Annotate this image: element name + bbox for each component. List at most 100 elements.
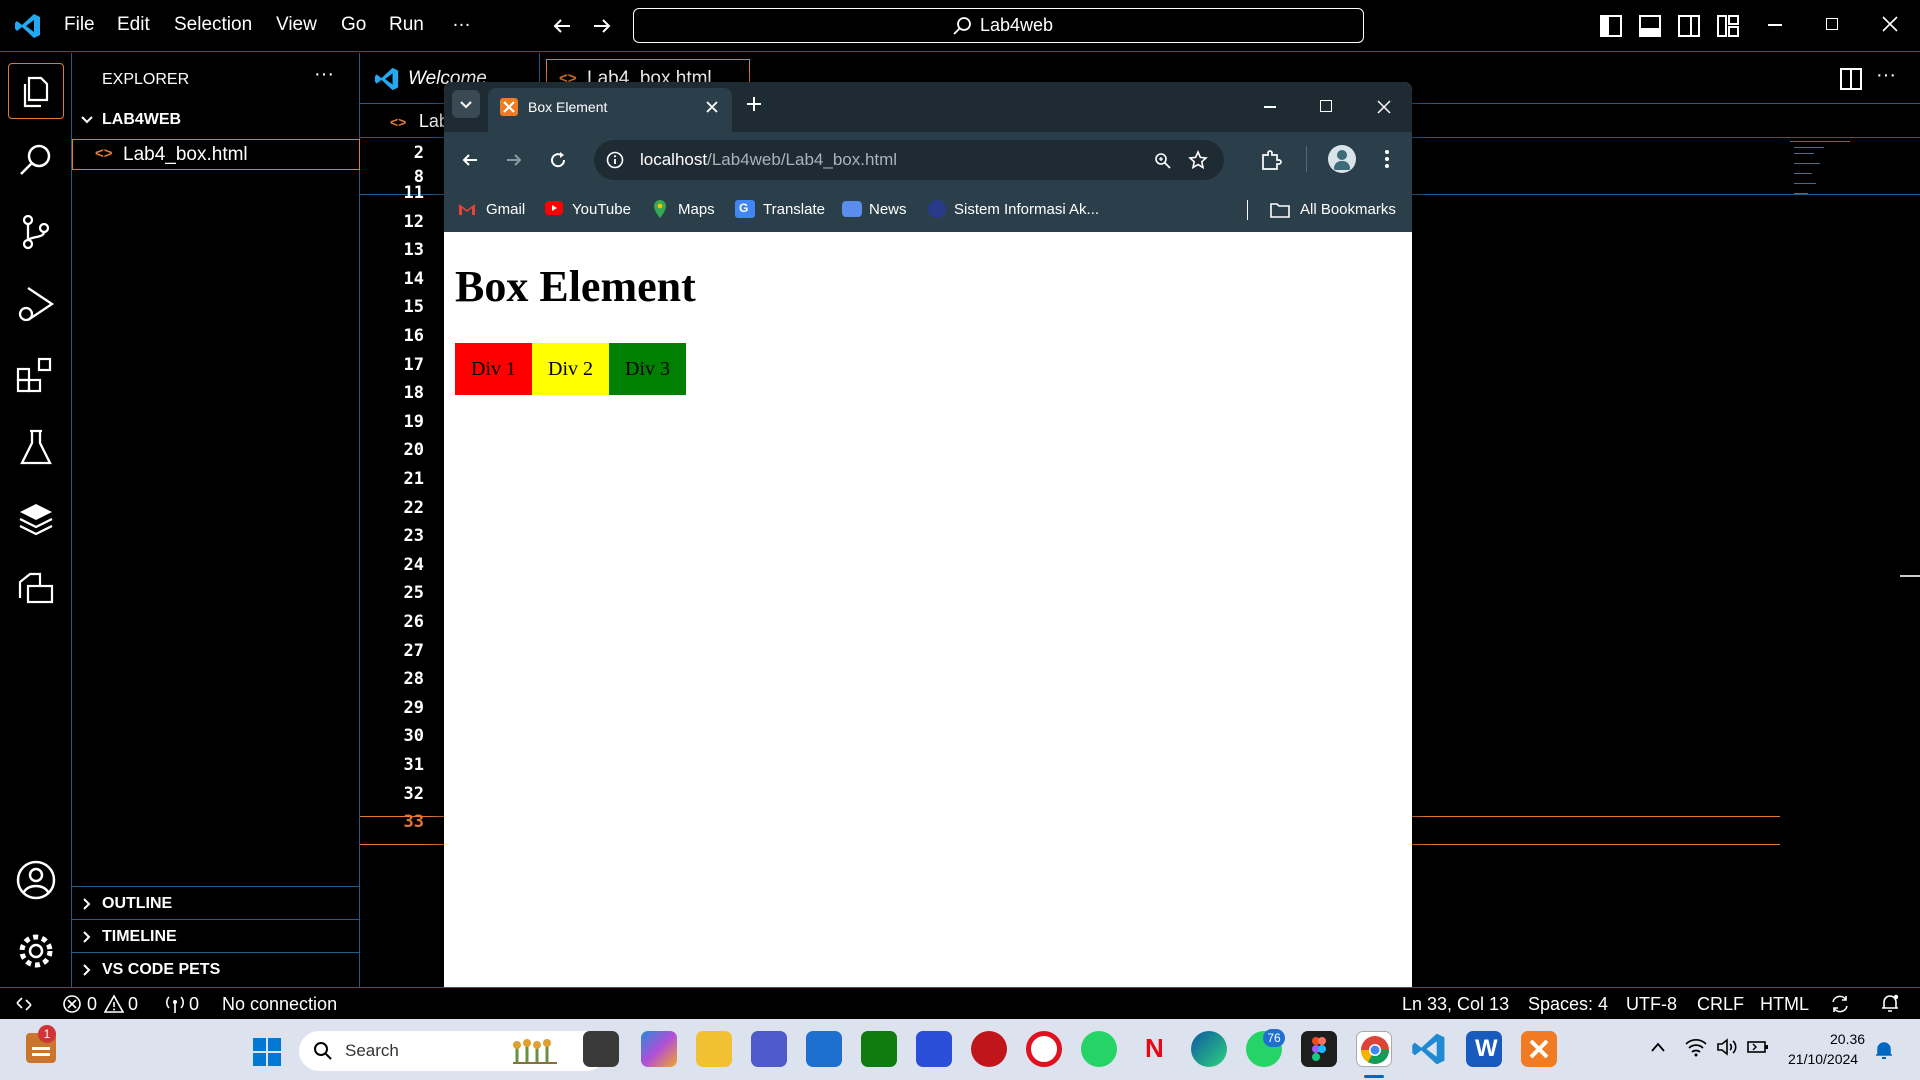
bookmark-translate[interactable]: Translate bbox=[763, 201, 825, 218]
copilot-icon[interactable] bbox=[641, 1031, 677, 1067]
extensions-icon[interactable] bbox=[14, 353, 58, 397]
customize-layout-icon[interactable] bbox=[1717, 15, 1739, 37]
explorer-icon[interactable] bbox=[8, 63, 64, 119]
volume-icon[interactable] bbox=[1716, 1037, 1738, 1057]
address-bar[interactable]: localhost/Lab4web/Lab4_box.html bbox=[594, 140, 1224, 180]
menu-file[interactable]: File bbox=[64, 14, 95, 36]
profile-avatar[interactable] bbox=[1328, 145, 1356, 173]
task-view-icon[interactable] bbox=[583, 1031, 619, 1067]
tab-search-chevron-icon[interactable] bbox=[452, 90, 480, 118]
toggle-secondary-sidebar-icon[interactable] bbox=[1678, 15, 1700, 37]
cursor-position[interactable]: Ln 33, Col 13 bbox=[1402, 994, 1509, 1015]
connection-status[interactable]: No connection bbox=[222, 994, 337, 1015]
chrome-close-icon[interactable] bbox=[1377, 100, 1391, 114]
line-ending[interactable]: CRLF bbox=[1697, 994, 1744, 1015]
show-hidden-icons-chevron-icon[interactable] bbox=[1650, 1041, 1666, 1053]
ports-antenna-icon[interactable] bbox=[164, 994, 186, 1014]
clock-time[interactable]: 20.36 bbox=[1830, 1031, 1865, 1047]
command-center-search[interactable]: Lab4web bbox=[633, 8, 1364, 43]
remote-explorer-icon[interactable] bbox=[14, 566, 58, 610]
menu-run[interactable]: Run bbox=[389, 14, 424, 36]
menu-view[interactable]: View bbox=[276, 14, 317, 36]
source-control-icon[interactable] bbox=[14, 210, 58, 254]
remote-indicator-icon[interactable] bbox=[14, 994, 34, 1014]
settings-gear-icon[interactable] bbox=[14, 929, 58, 973]
account-icon[interactable] bbox=[14, 858, 58, 902]
run-debug-icon[interactable] bbox=[14, 282, 58, 326]
battery-icon[interactable] bbox=[1747, 1038, 1769, 1056]
encoding[interactable]: UTF-8 bbox=[1626, 994, 1677, 1015]
notification-center-bell-icon[interactable] bbox=[1874, 1039, 1894, 1061]
chrome-tab-active[interactable]: Box Element bbox=[488, 88, 732, 132]
chrome-back-icon[interactable] bbox=[460, 150, 480, 170]
chrome-maximize-icon[interactable] bbox=[1320, 100, 1332, 112]
file-row[interactable]: <> Lab4_box.html bbox=[72, 139, 360, 170]
red-app-icon[interactable] bbox=[971, 1031, 1007, 1067]
wifi-icon[interactable] bbox=[1685, 1037, 1707, 1057]
menu-selection[interactable]: Selection bbox=[174, 14, 252, 36]
word-icon[interactable]: W bbox=[1466, 1031, 1502, 1067]
vscode-pets-section[interactable]: VS CODE PETS bbox=[72, 952, 360, 985]
sync-settings-icon[interactable] bbox=[1830, 994, 1850, 1014]
folder-row[interactable]: LAB4WEB bbox=[72, 107, 360, 133]
bookmark-sistem-informasi[interactable]: Sistem Informasi Ak... bbox=[954, 201, 1099, 218]
timeline-section[interactable]: TIMELINE bbox=[72, 919, 360, 952]
warning-count[interactable]: 0 bbox=[128, 994, 138, 1015]
netflix-icon[interactable]: N bbox=[1136, 1031, 1172, 1067]
menu-edit[interactable]: Edit bbox=[117, 14, 150, 36]
bookmark-news[interactable]: News bbox=[869, 201, 907, 218]
chrome-forward-icon[interactable] bbox=[504, 150, 524, 170]
search-icon[interactable] bbox=[14, 138, 58, 182]
clock-date[interactable]: 21/10/2024 bbox=[1788, 1051, 1858, 1067]
error-count[interactable]: 0 bbox=[87, 994, 97, 1015]
editor-more-actions-icon[interactable]: ··· bbox=[1876, 64, 1896, 87]
vector-app-icon[interactable] bbox=[916, 1031, 952, 1067]
microsoft-store-icon[interactable] bbox=[806, 1031, 842, 1067]
menu-go[interactable]: Go bbox=[341, 14, 366, 36]
more-actions-icon[interactable]: ··· bbox=[314, 63, 334, 86]
outline-section[interactable]: OUTLINE bbox=[72, 886, 360, 919]
tab-close-icon[interactable] bbox=[706, 101, 718, 113]
bookmark-star-icon[interactable] bbox=[1188, 150, 1208, 170]
edge-icon[interactable] bbox=[1191, 1031, 1227, 1067]
toggle-panel-icon[interactable] bbox=[1639, 15, 1661, 37]
chrome-menu-icon[interactable] bbox=[1384, 148, 1390, 170]
indentation[interactable]: Spaces: 4 bbox=[1528, 994, 1608, 1015]
extensions-puzzle-icon[interactable] bbox=[1260, 149, 1282, 171]
back-arrow-icon[interactable] bbox=[550, 14, 574, 38]
error-icon[interactable] bbox=[62, 994, 82, 1014]
taskbar-search-box[interactable]: Search bbox=[299, 1031, 607, 1071]
vscode-taskbar-icon[interactable] bbox=[1411, 1031, 1447, 1067]
teams-icon[interactable] bbox=[751, 1031, 787, 1067]
whatsapp-small-icon[interactable] bbox=[1081, 1031, 1117, 1067]
file-explorer-icon[interactable] bbox=[696, 1031, 732, 1067]
windows-start-icon[interactable] bbox=[252, 1037, 282, 1067]
close-icon[interactable] bbox=[1882, 16, 1898, 32]
notifications-bell-icon[interactable] bbox=[1880, 993, 1900, 1013]
scrollbar-thumb[interactable] bbox=[1900, 575, 1920, 577]
xbox-icon[interactable] bbox=[861, 1031, 897, 1067]
minimize-icon[interactable] bbox=[1768, 24, 1782, 26]
forward-arrow-icon[interactable] bbox=[590, 14, 614, 38]
zoom-icon[interactable] bbox=[1154, 152, 1172, 170]
bookmark-maps[interactable]: Maps bbox=[678, 201, 715, 218]
bookmark-gmail[interactable]: Gmail bbox=[486, 201, 525, 218]
split-editor-icon[interactable] bbox=[1840, 68, 1862, 90]
menu-more[interactable]: … bbox=[452, 10, 471, 32]
all-bookmarks[interactable]: All Bookmarks bbox=[1300, 201, 1396, 218]
figma-icon[interactable] bbox=[1301, 1031, 1337, 1067]
toggle-primary-sidebar-icon[interactable] bbox=[1600, 15, 1622, 37]
opera-icon[interactable] bbox=[1026, 1031, 1062, 1067]
minimap[interactable] bbox=[1790, 139, 1880, 209]
language-mode[interactable]: HTML bbox=[1760, 994, 1809, 1015]
ports-count[interactable]: 0 bbox=[189, 994, 199, 1015]
chrome-minimize-icon[interactable] bbox=[1264, 106, 1276, 108]
restore-icon[interactable] bbox=[1826, 18, 1838, 30]
reload-icon[interactable] bbox=[548, 150, 568, 170]
testing-flask-icon[interactable] bbox=[14, 425, 58, 469]
site-info-icon[interactable] bbox=[606, 151, 624, 169]
layers-icon[interactable] bbox=[14, 496, 58, 540]
xampp-icon[interactable] bbox=[1521, 1031, 1557, 1067]
bookmark-youtube[interactable]: YouTube bbox=[572, 201, 631, 218]
chrome-taskbar-icon[interactable] bbox=[1356, 1031, 1392, 1067]
